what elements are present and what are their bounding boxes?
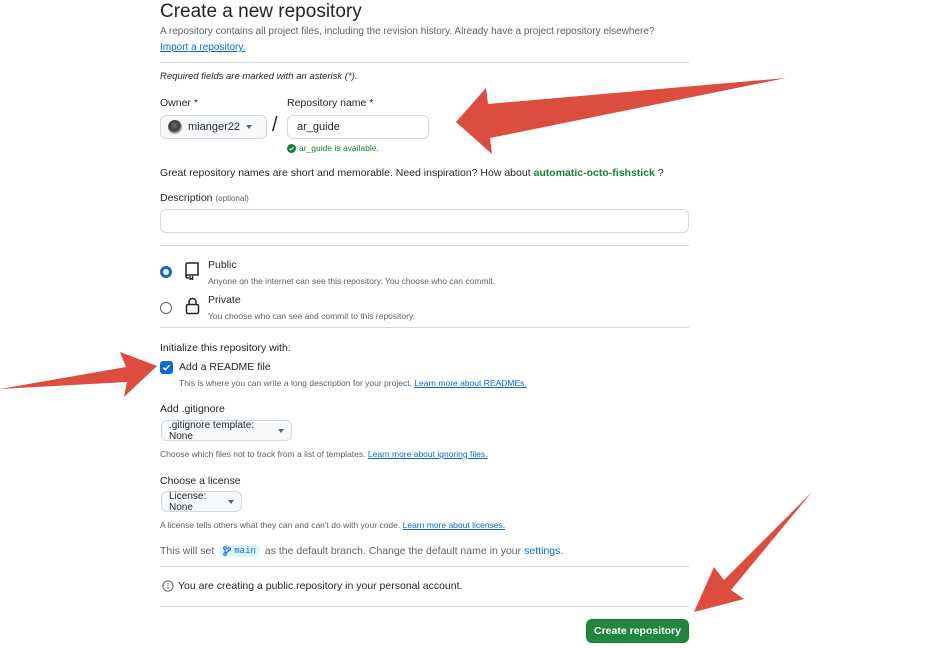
caret-down-icon <box>245 125 252 129</box>
owner-select[interactable]: mianger22 <box>160 115 267 139</box>
public-description: Anyone on the internet can see this repo… <box>208 276 496 286</box>
license-desc-text: A license tells others what they can and… <box>160 520 401 530</box>
user-avatar <box>168 120 182 134</box>
git-branch-icon <box>223 546 232 556</box>
gitignore-select[interactable]: .gitignore template: None <box>161 419 292 442</box>
default-branch-note: This will set main as the default branch… <box>160 545 563 557</box>
branch-prefix: This will set <box>160 545 215 557</box>
divider <box>160 62 689 63</box>
info-icon <box>162 580 174 592</box>
gitignore-description: Choose which files not to track from a l… <box>160 449 487 459</box>
arrow-annotation <box>0 352 157 397</box>
license-heading: Choose a license <box>160 475 241 487</box>
availability-text: ar_guide is available. <box>299 143 379 153</box>
readme-desc-text: This is where you can write a long descr… <box>179 378 412 388</box>
public-title: Public <box>208 259 237 271</box>
divider <box>160 566 689 567</box>
branch-name: main <box>234 546 256 556</box>
settings-link[interactable]: settings <box>524 545 560 557</box>
gitignore-select-label: .gitignore template: None <box>169 419 255 442</box>
public-radio[interactable] <box>160 266 172 278</box>
branch-middle: as the default branch. Change the defaul… <box>264 545 522 557</box>
owner-repo-separator: / <box>272 114 278 136</box>
caret-down-icon <box>228 499 234 504</box>
description-label: Description (optional) <box>160 192 249 204</box>
arrow-annotation <box>456 78 786 154</box>
license-select-label: License: None <box>169 490 207 513</box>
lock-icon <box>185 297 200 315</box>
caret-down-icon <box>278 428 284 433</box>
name-suggestion: Great repository names are short and mem… <box>160 167 664 179</box>
availability-message: ar_guide is available. <box>287 143 379 153</box>
gitignore-learn-more-link[interactable]: Learn more about ignoring files. <box>368 449 488 459</box>
license-select[interactable]: License: None <box>161 490 242 513</box>
page-title: Create a new repository <box>160 1 362 22</box>
required-note: Required fields are marked with an aster… <box>160 71 358 82</box>
branch-badge: main <box>219 545 260 557</box>
private-radio[interactable] <box>160 302 172 314</box>
initialize-heading: Initialize this repository with: <box>160 342 291 354</box>
divider <box>160 245 689 246</box>
description-input[interactable] <box>160 209 689 233</box>
checkmark-icon <box>162 364 171 371</box>
gitignore-desc-text: Choose which files not to track from a l… <box>160 449 366 459</box>
public-info-note: You are creating a public repository in … <box>162 580 462 592</box>
arrow-annotation <box>694 492 812 612</box>
divider <box>160 606 689 607</box>
suggestion-text: Great repository names are short and mem… <box>160 167 531 179</box>
branch-suffix: . <box>560 545 564 557</box>
repo-icon <box>185 262 199 280</box>
license-description: A license tells others what they can and… <box>160 520 505 530</box>
private-title: Private <box>208 294 241 306</box>
description-label-text: Description <box>160 192 213 204</box>
repo-name-input[interactable] <box>287 115 429 139</box>
gitignore-heading: Add .gitignore <box>160 403 225 415</box>
readme-learn-more-link[interactable]: Learn more about READMEs. <box>414 378 526 388</box>
create-repository-button[interactable]: Create repository <box>586 619 689 643</box>
owner-label: Owner * <box>160 97 198 109</box>
readme-description: This is where you can write a long descr… <box>179 378 527 388</box>
check-circle-icon <box>287 143 296 153</box>
readme-label: Add a README file <box>179 361 271 373</box>
divider <box>160 327 689 328</box>
suggestion-suffix: ? <box>657 167 664 179</box>
private-description: You choose who can see and commit to thi… <box>208 311 415 321</box>
readme-checkbox[interactable] <box>160 361 173 374</box>
repo-name-label: Repository name * <box>287 97 374 109</box>
license-learn-more-link[interactable]: Learn more about licenses. <box>403 520 506 530</box>
info-text: You are creating a public repository in … <box>178 580 463 592</box>
import-repository-link[interactable]: Import a repository. <box>160 42 245 53</box>
suggested-name[interactable]: automatic-octo-fishstick <box>534 167 655 179</box>
optional-tag: (optional) <box>215 194 249 203</box>
page-description: A repository contains all project files,… <box>160 26 655 37</box>
owner-value: mianger22 <box>188 121 240 133</box>
